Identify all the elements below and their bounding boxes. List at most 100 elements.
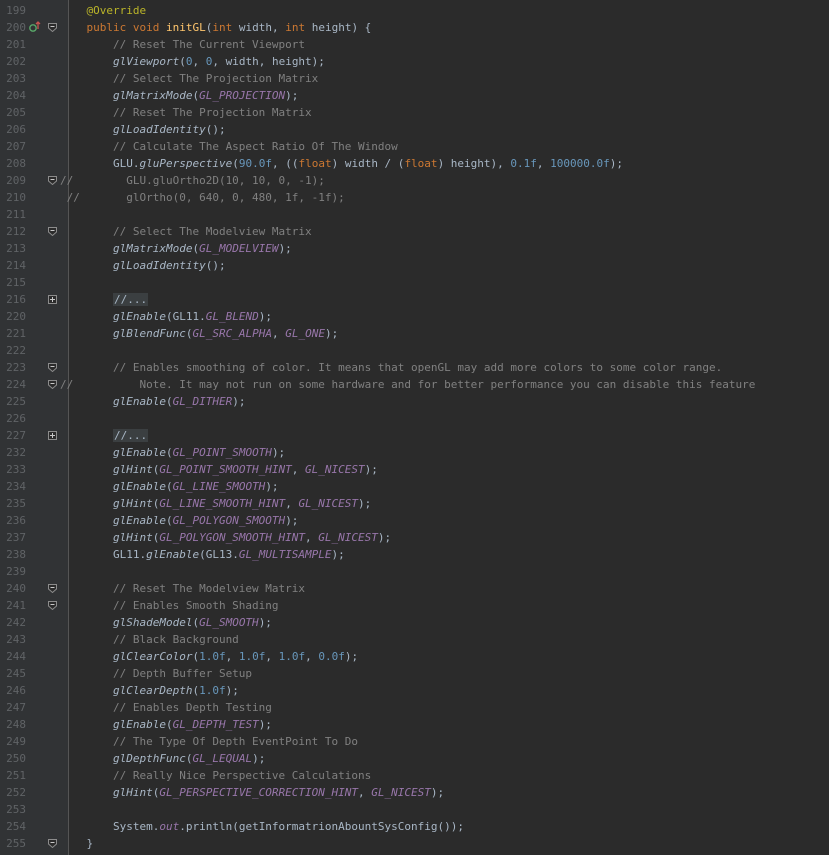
code-token: glHint xyxy=(60,497,153,510)
code-line[interactable]: 234 glEnable(GL_LINE_SMOOTH); xyxy=(0,478,829,495)
fold-collapse-icon[interactable] xyxy=(48,839,57,848)
code-line[interactable]: 201 // Reset The Current Viewport xyxy=(0,36,829,53)
code-token: 0.1f xyxy=(510,157,537,170)
line-number: 216 xyxy=(6,293,26,306)
code-line[interactable]: 205 // Reset The Projection Matrix xyxy=(0,104,829,121)
code-token: // GLU.gluOrtho2D(10, 10, 0, -1); xyxy=(60,174,325,187)
code-line[interactable]: 211 xyxy=(0,206,829,223)
code-line[interactable]: 209 // GLU.gluOrtho2D(10, 10, 0, -1); xyxy=(0,172,829,189)
fold-collapse-icon[interactable] xyxy=(48,380,57,389)
code-line[interactable]: 224 // Note. It may not run on some hardw… xyxy=(0,376,829,393)
code-line[interactable]: 248 glEnable(GL_DEPTH_TEST); xyxy=(0,716,829,733)
code-line[interactable]: 223 // Enables smoothing of color. It me… xyxy=(0,359,829,376)
code-text: // Enables Smooth Shading xyxy=(60,597,279,614)
code-line[interactable]: 251 // Really Nice Perspective Calculati… xyxy=(0,767,829,784)
code-line[interactable]: 255 } xyxy=(0,835,829,852)
fold-collapse-icon[interactable] xyxy=(48,227,57,236)
code-token: GL_NICEST xyxy=(318,531,378,544)
line-number: 201 xyxy=(6,38,26,51)
line-number: 252 xyxy=(6,786,26,799)
code-token: // Reset The Projection Matrix xyxy=(60,106,312,119)
code-line[interactable]: 250 glDepthFunc(GL_LEQUAL); xyxy=(0,750,829,767)
code-token: GL_PERSPECTIVE_CORRECTION_HINT xyxy=(159,786,359,799)
code-line[interactable]: 244 glClearColor(1.0f, 1.0f, 1.0f, 0.0f)… xyxy=(0,648,829,665)
code-token: glShadeModel xyxy=(60,616,193,629)
code-text: glViewport(0, 0, width, height); xyxy=(60,53,325,70)
code-token: 0.0f xyxy=(318,650,345,663)
code-token: // Reset The Current Viewport xyxy=(60,38,306,51)
code-line[interactable]: 241 // Enables Smooth Shading xyxy=(0,597,829,614)
fold-collapse-icon[interactable] xyxy=(48,584,57,593)
code-token: GL_LINE_SMOOTH xyxy=(172,480,266,493)
code-token: , xyxy=(305,531,319,544)
code-line[interactable]: 222 xyxy=(0,342,829,359)
code-area[interactable]: 199 @Override 200 public void initGL(int … xyxy=(0,0,829,855)
line-number: 199 xyxy=(6,4,26,17)
code-token: // glOrtho(0, 640, 0, 480, 1f, -1f); xyxy=(60,191,345,204)
code-token: GL_PROJECTION xyxy=(199,89,286,102)
code-line[interactable]: 247 // Enables Depth Testing xyxy=(0,699,829,716)
code-line[interactable]: 227 //... xyxy=(0,427,829,444)
code-line[interactable]: 212 // Select The Modelview Matrix xyxy=(0,223,829,240)
code-line[interactable]: 207 // Calculate The Aspect Ratio Of The… xyxy=(0,138,829,155)
code-line[interactable]: 236 glEnable(GL_POLYGON_SMOOTH); xyxy=(0,512,829,529)
fold-collapse-icon[interactable] xyxy=(48,601,57,610)
code-line[interactable]: 240 // Reset The Modelview Matrix xyxy=(0,580,829,597)
code-line[interactable]: 204 glMatrixMode(GL_PROJECTION); xyxy=(0,87,829,104)
code-line[interactable]: 246 glClearDepth(1.0f); xyxy=(0,682,829,699)
folded-region[interactable]: //... xyxy=(112,429,149,442)
code-line[interactable]: 208 GLU.gluPerspective(90.0f, ((float) w… xyxy=(0,155,829,172)
code-line[interactable]: 253 xyxy=(0,801,829,818)
code-line[interactable]: 225 glEnable(GL_DITHER); xyxy=(0,393,829,410)
code-line[interactable]: 238 GL11.glEnable(GL13.GL_MULTISAMPLE); xyxy=(0,546,829,563)
code-token: height) { xyxy=(311,21,372,34)
code-line[interactable]: 235 glHint(GL_LINE_SMOOTH_HINT, GL_NICES… xyxy=(0,495,829,512)
code-line[interactable]: 216 //... xyxy=(0,291,829,308)
code-token: ); xyxy=(225,684,239,697)
code-line[interactable]: 254 System.out.println(getInformatrionAb… xyxy=(0,818,829,835)
code-line[interactable]: 214 glLoadIdentity(); xyxy=(0,257,829,274)
code-token: // Really Nice Perspective Calculations xyxy=(60,769,372,782)
code-text: // Enables smoothing of color. It means … xyxy=(60,359,722,376)
code-line[interactable]: 210 // glOrtho(0, 640, 0, 480, 1f, -1f); xyxy=(0,189,829,206)
code-line[interactable]: 252 glHint(GL_PERSPECTIVE_CORRECTION_HIN… xyxy=(0,784,829,801)
code-line[interactable]: 226 xyxy=(0,410,829,427)
code-token: , xyxy=(225,650,239,663)
code-line[interactable]: 213 glMatrixMode(GL_MODELVIEW); xyxy=(0,240,829,257)
line-number: 200 xyxy=(6,21,26,34)
fold-collapse-icon[interactable] xyxy=(48,176,57,185)
code-line[interactable]: 202 glViewport(0, 0, width, height); xyxy=(0,53,829,70)
code-token: ); xyxy=(430,786,445,799)
code-line[interactable]: 233 glHint(GL_POINT_SMOOTH_HINT, GL_NICE… xyxy=(0,461,829,478)
code-line[interactable]: 221 glBlendFunc(GL_SRC_ALPHA, GL_ONE); xyxy=(0,325,829,342)
code-token: ); xyxy=(285,514,299,527)
code-line[interactable]: 199 @Override xyxy=(0,2,829,19)
code-line[interactable]: 242 glShadeModel(GL_SMOOTH); xyxy=(0,614,829,631)
code-token: ) width / ( xyxy=(331,157,405,170)
fold-collapse-icon[interactable] xyxy=(48,23,57,32)
code-line[interactable]: 243 // Black Background xyxy=(0,631,829,648)
override-marker-icon[interactable] xyxy=(29,21,41,33)
code-line[interactable]: 200 public void initGL(int width, int he… xyxy=(0,19,829,36)
fold-expand-icon[interactable] xyxy=(48,431,57,440)
fold-collapse-icon[interactable] xyxy=(48,363,57,372)
code-line[interactable]: 245 // Depth Buffer Setup xyxy=(0,665,829,682)
code-editor[interactable]: 199 @Override 200 public void initGL(int … xyxy=(0,0,829,855)
code-line[interactable]: 215 xyxy=(0,274,829,291)
code-token: GL_MODELVIEW xyxy=(199,242,279,255)
code-text: glBlendFunc(GL_SRC_ALPHA, GL_ONE); xyxy=(60,325,338,342)
line-number: 212 xyxy=(6,225,26,238)
code-line[interactable]: 220 glEnable(GL11.GL_BLEND); xyxy=(0,308,829,325)
folded-region[interactable]: //... xyxy=(112,293,149,306)
code-line[interactable]: 239 xyxy=(0,563,829,580)
code-line[interactable]: 203 // Select The Projection Matrix xyxy=(0,70,829,87)
code-line[interactable]: 206 glLoadIdentity(); xyxy=(0,121,829,138)
code-text: //... xyxy=(60,427,149,444)
code-line[interactable]: 249 // The Type Of Depth EventPoint To D… xyxy=(0,733,829,750)
code-line[interactable]: 232 glEnable(GL_POINT_SMOOTH); xyxy=(0,444,829,461)
code-token: System. xyxy=(60,820,160,833)
fold-expand-icon[interactable] xyxy=(48,295,57,304)
code-line[interactable]: 237 glHint(GL_POLYGON_SMOOTH_HINT, GL_NI… xyxy=(0,529,829,546)
code-token: GL_DEPTH_TEST xyxy=(172,718,259,731)
